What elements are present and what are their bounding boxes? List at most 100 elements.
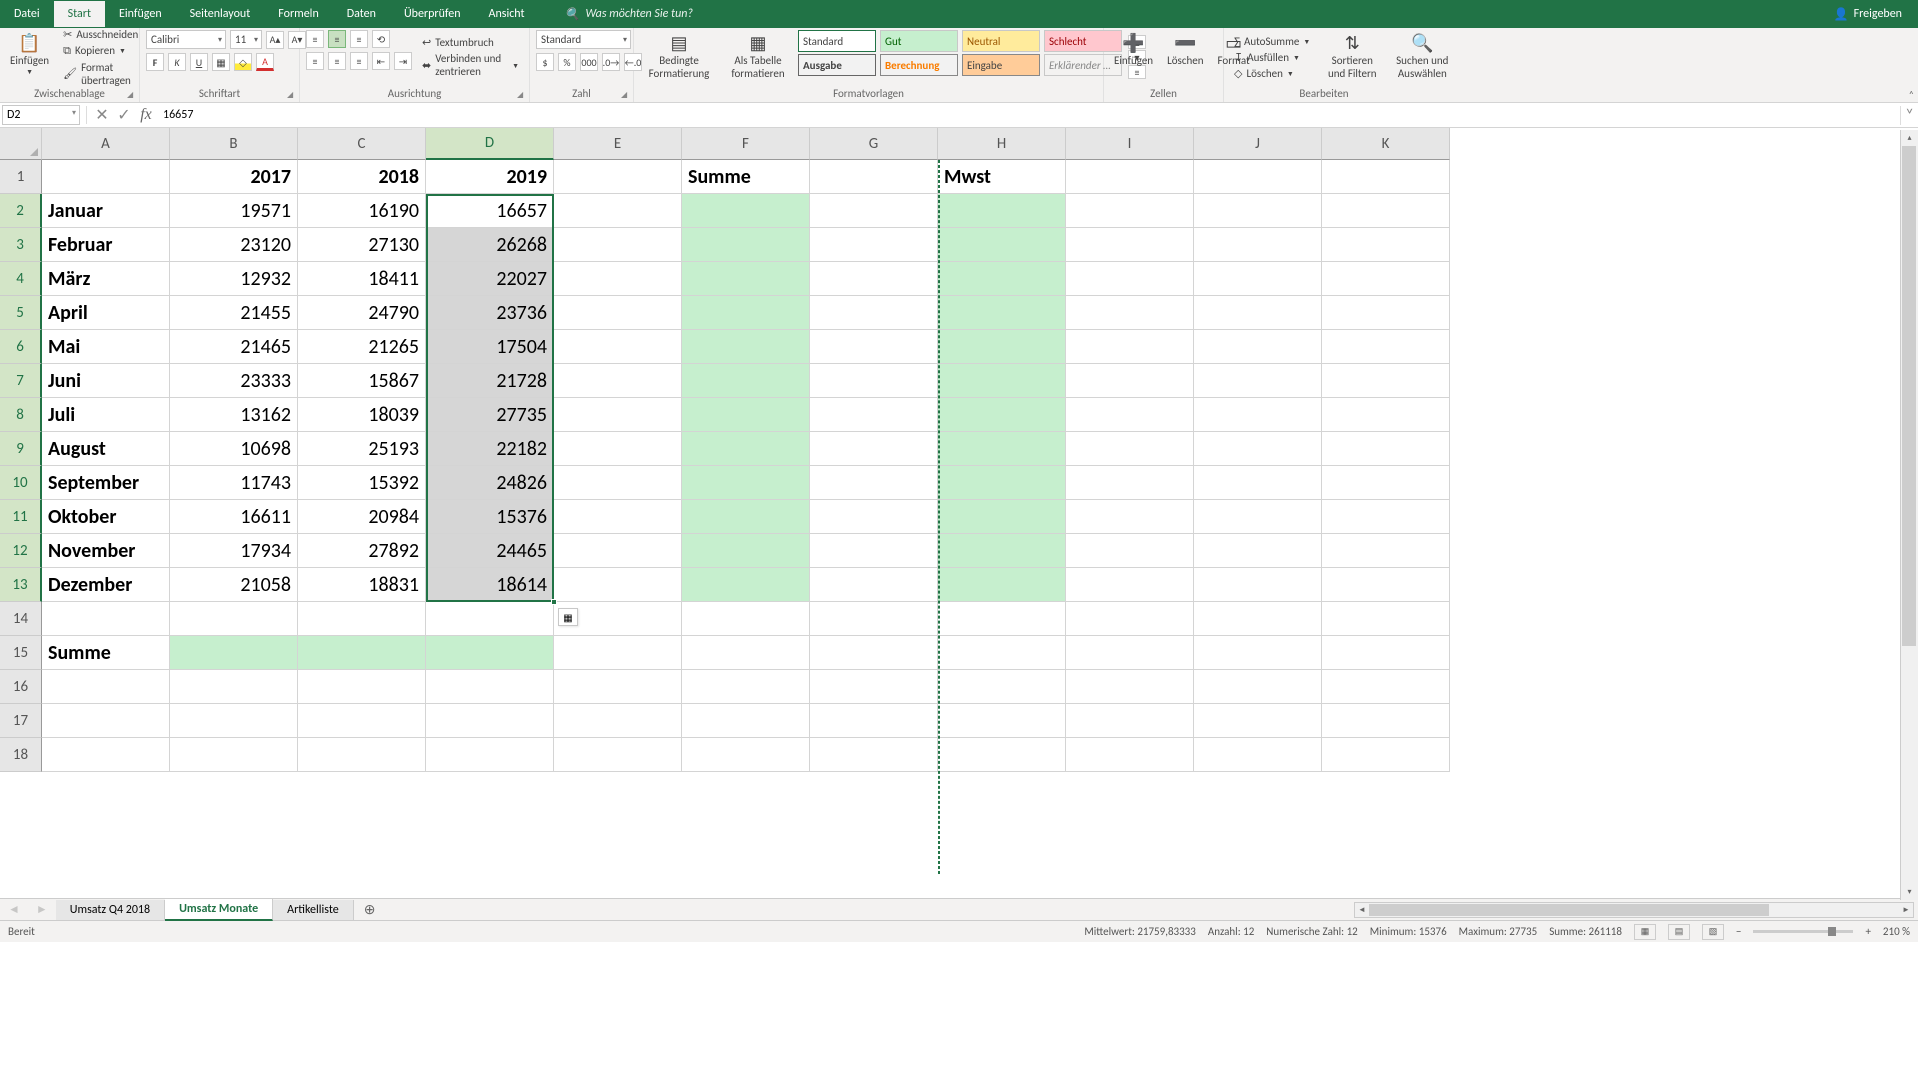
cell-K2[interactable] xyxy=(1322,194,1450,228)
cell-B15[interactable] xyxy=(170,636,298,670)
cell-J14[interactable] xyxy=(1194,602,1322,636)
increase-font-button[interactable]: A▴ xyxy=(266,31,284,49)
cell-B2[interactable]: 19571 xyxy=(170,194,298,228)
cell-A18[interactable] xyxy=(42,738,170,772)
tab-einfuegen[interactable]: Einfügen xyxy=(105,1,176,27)
cell-E11[interactable] xyxy=(554,500,682,534)
tab-formeln[interactable]: Formeln xyxy=(264,1,332,27)
cell-F15[interactable] xyxy=(682,636,810,670)
cell-E13[interactable] xyxy=(554,568,682,602)
font-color-button[interactable]: A xyxy=(256,53,274,71)
cell-F8[interactable] xyxy=(682,398,810,432)
underline-button[interactable]: U xyxy=(190,53,208,71)
cell-J17[interactable] xyxy=(1194,704,1322,738)
border-button[interactable]: ▦ xyxy=(212,53,230,71)
copy-button[interactable]: ⧉Kopieren▼ xyxy=(59,43,142,59)
cell-H16[interactable] xyxy=(938,670,1066,704)
scroll-down-button[interactable]: ▾ xyxy=(1901,884,1918,900)
scroll-up-button[interactable]: ▴ xyxy=(1901,130,1918,146)
row-header-2[interactable]: 2 xyxy=(0,194,42,228)
comma-format-button[interactable]: 000 xyxy=(580,53,598,71)
clear-button[interactable]: ◇Löschen▼ xyxy=(1230,66,1314,81)
row-header-17[interactable]: 17 xyxy=(0,704,42,738)
cell-G14[interactable] xyxy=(810,602,938,636)
cell-B18[interactable] xyxy=(170,738,298,772)
zoom-in-button[interactable]: + xyxy=(1865,925,1870,938)
column-header-D[interactable]: D xyxy=(426,128,554,160)
cell-H1[interactable]: Mwst xyxy=(938,160,1066,194)
vscroll-thumb[interactable] xyxy=(1902,146,1916,646)
cell-D2[interactable]: 16657 xyxy=(426,194,554,228)
format-painter-button[interactable]: 🖌Format übertragen xyxy=(59,60,142,88)
cell-C15[interactable] xyxy=(298,636,426,670)
cell-F11[interactable] xyxy=(682,500,810,534)
cell-D5[interactable]: 23736 xyxy=(426,296,554,330)
cell-C6[interactable]: 21265 xyxy=(298,330,426,364)
cell-I14[interactable] xyxy=(1066,602,1194,636)
cell-D16[interactable] xyxy=(426,670,554,704)
cell-F14[interactable] xyxy=(682,602,810,636)
cell-B10[interactable]: 11743 xyxy=(170,466,298,500)
cell-E6[interactable] xyxy=(554,330,682,364)
cell-F12[interactable] xyxy=(682,534,810,568)
column-header-B[interactable]: B xyxy=(170,128,298,160)
cell-C12[interactable]: 27892 xyxy=(298,534,426,568)
tab-start[interactable]: Start xyxy=(54,1,105,27)
hscroll-thumb[interactable] xyxy=(1369,904,1769,916)
cell-A1[interactable] xyxy=(42,160,170,194)
cell-I9[interactable] xyxy=(1066,432,1194,466)
cell-I16[interactable] xyxy=(1066,670,1194,704)
row-header-18[interactable]: 18 xyxy=(0,738,42,772)
font-name-dropdown[interactable]: Calibri xyxy=(146,30,226,49)
row-header-11[interactable]: 11 xyxy=(0,500,42,534)
cell-B17[interactable] xyxy=(170,704,298,738)
column-header-C[interactable]: C xyxy=(298,128,426,160)
align-center-button[interactable]: ≡ xyxy=(328,52,346,70)
view-normal-button[interactable]: ▦ xyxy=(1634,924,1656,940)
cell-I11[interactable] xyxy=(1066,500,1194,534)
cell-H2[interactable] xyxy=(938,194,1066,228)
cell-A4[interactable]: März xyxy=(42,262,170,296)
align-bottom-button[interactable]: ≡ xyxy=(350,30,368,48)
cell-H17[interactable] xyxy=(938,704,1066,738)
cell-I4[interactable] xyxy=(1066,262,1194,296)
cell-E1[interactable] xyxy=(554,160,682,194)
cell-G16[interactable] xyxy=(810,670,938,704)
row-header-13[interactable]: 13 xyxy=(0,568,42,602)
row-header-1[interactable]: 1 xyxy=(0,160,42,194)
decrease-indent-button[interactable]: ⇤ xyxy=(372,52,390,70)
cell-D17[interactable] xyxy=(426,704,554,738)
tab-daten[interactable]: Daten xyxy=(333,1,390,27)
cell-F17[interactable] xyxy=(682,704,810,738)
cell-I6[interactable] xyxy=(1066,330,1194,364)
number-dialog-launcher[interactable]: ◢ xyxy=(621,90,631,100)
cell-H3[interactable] xyxy=(938,228,1066,262)
format-as-table-button[interactable]: ▦ Als Tabelle formatieren xyxy=(724,30,792,82)
tell-me-search[interactable]: 🔍 Was möchten Sie tun? xyxy=(559,7,693,22)
fill-button[interactable]: ↧Ausfüllen▼ xyxy=(1230,50,1314,65)
cell-I7[interactable] xyxy=(1066,364,1194,398)
cell-G13[interactable] xyxy=(810,568,938,602)
cell-I3[interactable] xyxy=(1066,228,1194,262)
add-sheet-button[interactable]: ⊕ xyxy=(354,901,386,918)
cell-F7[interactable] xyxy=(682,364,810,398)
cell-C18[interactable] xyxy=(298,738,426,772)
cell-A2[interactable]: Januar xyxy=(42,194,170,228)
cell-J11[interactable] xyxy=(1194,500,1322,534)
tab-ueberpruefen[interactable]: Überprüfen xyxy=(390,1,475,27)
cell-A5[interactable]: April xyxy=(42,296,170,330)
cell-C11[interactable]: 20984 xyxy=(298,500,426,534)
row-header-8[interactable]: 8 xyxy=(0,398,42,432)
column-header-H[interactable]: H xyxy=(938,128,1066,160)
cell-J3[interactable] xyxy=(1194,228,1322,262)
row-header-16[interactable]: 16 xyxy=(0,670,42,704)
cell-A9[interactable]: August xyxy=(42,432,170,466)
orientation-button[interactable]: ⟲ xyxy=(372,30,390,48)
cell-E12[interactable] xyxy=(554,534,682,568)
alignment-dialog-launcher[interactable]: ◢ xyxy=(517,90,527,100)
column-header-A[interactable]: A xyxy=(42,128,170,160)
cell-C2[interactable]: 16190 xyxy=(298,194,426,228)
cell-C16[interactable] xyxy=(298,670,426,704)
row-header-7[interactable]: 7 xyxy=(0,364,42,398)
cell-H8[interactable] xyxy=(938,398,1066,432)
